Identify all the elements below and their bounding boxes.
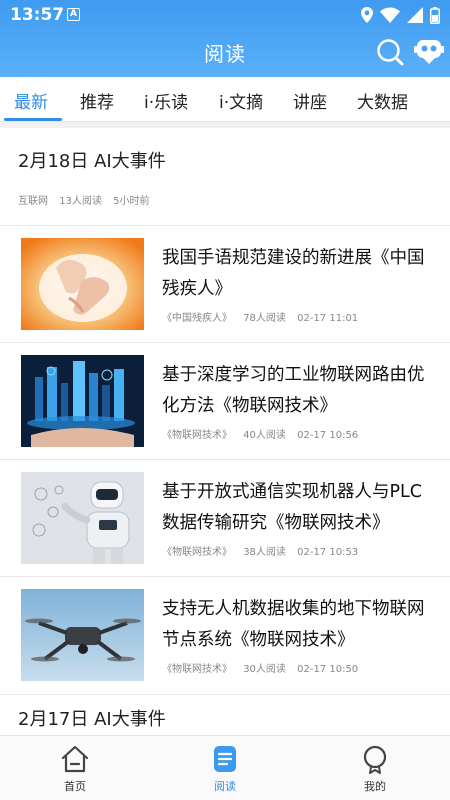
robot-assistant-icon[interactable]: [414, 38, 444, 66]
article-reads: 78人阅读: [243, 313, 286, 324]
article-source: 《中国残疾人》: [162, 313, 232, 324]
search-icon[interactable]: [376, 38, 404, 66]
tab-big-data[interactable]: 大数据: [357, 88, 408, 113]
section-reads: 13人阅读: [59, 196, 102, 207]
section-meta: 互联网 13人阅读 5小时前: [18, 192, 157, 207]
nav-profile[interactable]: 我的: [335, 744, 415, 794]
section-separator: [0, 694, 450, 695]
article-time: 02-17 10:50: [297, 664, 359, 675]
article-thumbnail-smart-city: [21, 355, 144, 447]
status-time: 13:57: [10, 5, 65, 25]
bottom-navigation: 首页 阅读 我的: [0, 735, 450, 800]
status-icons: [361, 6, 440, 24]
article-reads: 38人阅读: [243, 547, 286, 558]
article-source: 《物联网技术》: [162, 430, 232, 441]
article-meta: 《中国残疾人》 78人阅读 02-17 11:01: [162, 309, 366, 324]
reading-icon: [214, 746, 236, 772]
tab-i-digest[interactable]: i·文摘: [219, 88, 263, 113]
article-item[interactable]: 基于开放式通信实现机器人与PLC数据传输研究《物联网技术》 《物联网技术》 38…: [0, 459, 450, 577]
section-title[interactable]: 2月18日 AI大事件: [18, 147, 166, 173]
home-icon: [61, 745, 89, 773]
app-header: 13:57 A 阅读: [0, 0, 450, 77]
article-source: 《物联网技术》: [162, 664, 232, 675]
nav-label: 首页: [64, 780, 86, 793]
tab-latest[interactable]: 最新: [14, 88, 48, 113]
nav-home[interactable]: 首页: [35, 744, 115, 794]
article-meta: 《物联网技术》 30人阅读 02-17 10:50: [162, 660, 366, 675]
tab-lectures[interactable]: 讲座: [293, 88, 327, 113]
category-tabs: 最新 推荐 i·乐读 i·文摘 讲座 大数据: [0, 77, 450, 122]
article-title[interactable]: 我国手语规范建设的新进展《中国残疾人》: [162, 243, 432, 305]
article-meta: 《物联网技术》 38人阅读 02-17 10:53: [162, 543, 366, 558]
location-icon: [361, 7, 373, 23]
nav-label: 我的: [364, 780, 386, 793]
article-item[interactable]: 我国手语规范建设的新进展《中国残疾人》 《中国残疾人》 78人阅读 02-17 …: [0, 225, 450, 343]
article-thumbnail-robot: [21, 472, 144, 564]
battery-icon: [430, 6, 440, 24]
article-time: 02-17 10:56: [297, 430, 359, 441]
section-separator: [0, 122, 450, 128]
article-reads: 30人阅读: [243, 664, 286, 675]
article-meta: 《物联网技术》 40人阅读 02-17 10:56: [162, 426, 366, 441]
article-item[interactable]: 基于深度学习的工业物联网路由优化方法《物联网技术》 《物联网技术》 40人阅读 …: [0, 342, 450, 460]
article-reads: 40人阅读: [243, 430, 286, 441]
status-bar: 13:57 A: [0, 0, 450, 30]
article-item[interactable]: 支持无人机数据收集的地下物联网节点系统《物联网技术》 《物联网技术》 30人阅读…: [0, 576, 450, 694]
nav-reading[interactable]: 阅读: [185, 744, 265, 794]
signal-icon: [407, 7, 423, 23]
article-title[interactable]: 基于深度学习的工业物联网路由优化方法《物联网技术》: [162, 360, 432, 422]
article-time: 02-17 10:53: [297, 547, 359, 558]
article-thumbnail-drone: [21, 589, 144, 681]
section-time: 5小时前: [113, 196, 150, 207]
article-time: 02-17 11:01: [297, 313, 359, 324]
tab-recommended[interactable]: 推荐: [80, 88, 114, 113]
wifi-icon: [380, 7, 400, 23]
article-source: 《物联网技术》: [162, 547, 232, 558]
tab-i-leisure-reading[interactable]: i·乐读: [144, 88, 188, 113]
active-tab-indicator: [4, 118, 62, 121]
profile-icon: [363, 745, 387, 774]
section-title[interactable]: 2月17日 AI大事件: [18, 705, 166, 731]
nav-label: 阅读: [214, 780, 236, 793]
notification-icon: A: [67, 8, 80, 21]
section-source: 互联网: [18, 196, 48, 207]
article-title[interactable]: 支持无人机数据收集的地下物联网节点系统《物联网技术》: [162, 594, 432, 656]
article-title[interactable]: 基于开放式通信实现机器人与PLC数据传输研究《物联网技术》: [162, 477, 432, 539]
article-thumbnail-hands: [21, 238, 144, 330]
